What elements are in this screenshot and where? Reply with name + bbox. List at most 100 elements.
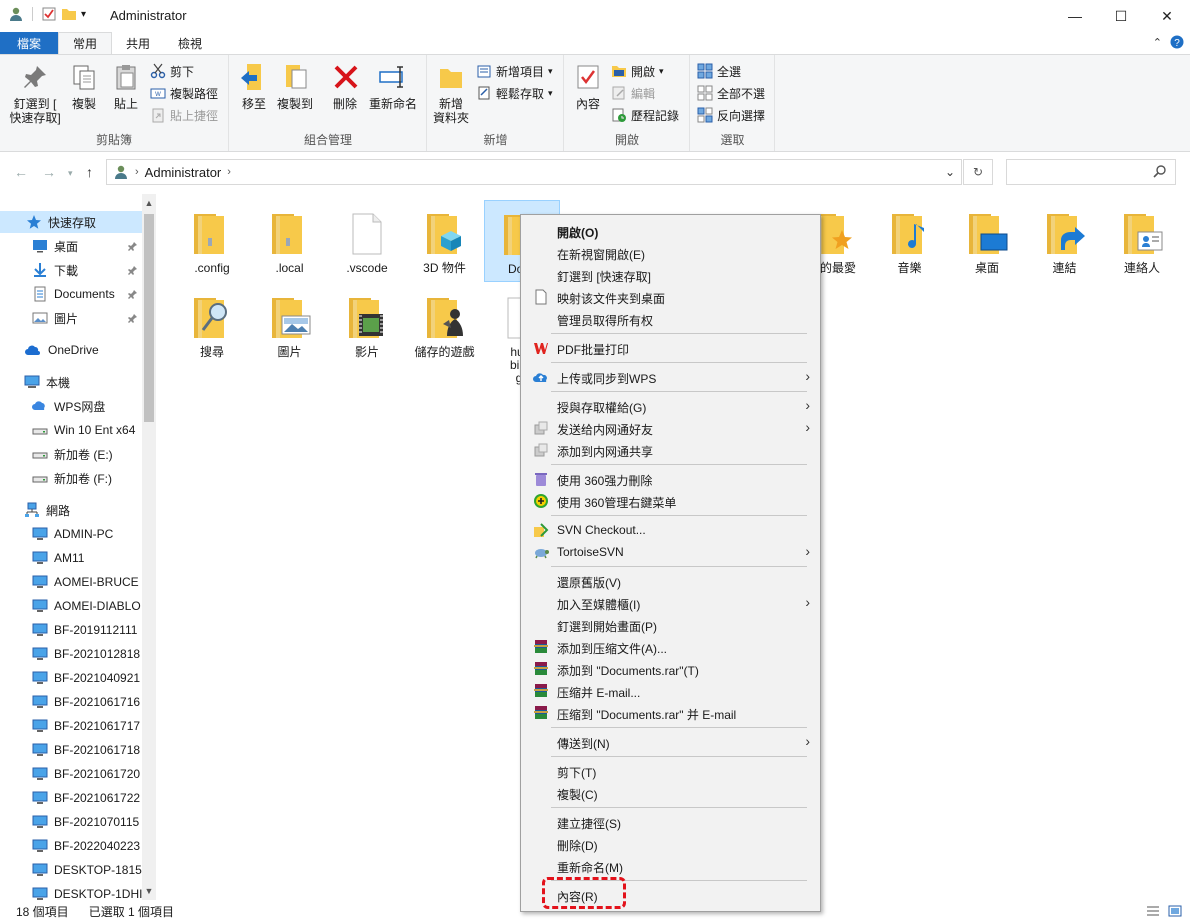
menu-item[interactable]: 傳送到(N) › [523,731,818,753]
back-arrow-icon[interactable]: ← [14,164,28,180]
menu-item[interactable]: 使用 360强力刪除 [523,468,818,490]
nav-item-item[interactable]: 下載 [0,259,142,281]
invert-selection-button[interactable]: 反向選擇 [697,105,765,125]
up-arrow-icon[interactable]: ↑ [86,164,93,180]
select-all-button[interactable]: 全選 [697,61,741,81]
file-item[interactable]: 音樂 [872,200,948,275]
nav-item-item[interactable]: 本機 [0,371,142,393]
nav-item-aomei-diablo[interactable]: AOMEI-DIABLO [0,595,142,617]
delete-button[interactable]: 刪除 [330,61,360,111]
nav-item-bf-2021070115[interactable]: BF-2021070115 [0,811,142,833]
select-none-button[interactable]: 全部不選 [697,83,765,103]
pin-quick-access-button[interactable]: 釘選到 [ 快速存取] [6,61,64,125]
navigation-pane[interactable]: 快速存取 桌面 下載 Documents 圖片 OneDrive 本機 WPS网盘 Win 10… [0,194,156,900]
nav-item-desktop-1815[interactable]: DESKTOP-1815 [0,859,142,881]
nav-item-bf-2021040921[interactable]: BF-2021040921 [0,667,142,689]
scroll-down-icon[interactable]: ▼ [142,884,156,898]
nav-item-bf-2022040223[interactable]: BF-2022040223 [0,835,142,857]
tab-view[interactable]: 檢視 [164,32,216,54]
menu-item[interactable]: 发送给内网通好友 › [523,417,818,439]
menu-item[interactable]: 開啟(O) [523,220,818,242]
close-button[interactable]: ✕ [1144,0,1190,32]
details-view-icon[interactable] [1146,904,1160,918]
move-to-button[interactable]: 移至 [236,61,272,111]
chevron-down-icon[interactable]: ▾ [81,9,86,20]
easy-access-button[interactable]: 輕鬆存取 ▾ [476,83,553,103]
collapse-ribbon-icon[interactable]: ⌃ [1153,36,1162,49]
address-dropdown-icon[interactable]: ⌄ [945,165,955,179]
menu-item[interactable]: 釘選到 [快速存取] [523,264,818,286]
file-item[interactable]: 3D 物件 [407,200,483,275]
menu-item[interactable]: SVN Checkout... [523,519,818,541]
file-item[interactable]: 儲存的遊戲 [407,284,483,359]
menu-item[interactable]: 釘選到開始畫面(P) [523,614,818,636]
file-item[interactable]: .local [252,200,328,275]
nav-item-bf-2021061722[interactable]: BF-2021061722 [0,787,142,809]
menu-item[interactable]: PDF批量打印 [523,337,818,359]
menu-item[interactable]: 加入至媒體櫃(I) › [523,592,818,614]
search-input[interactable] [1006,159,1176,185]
menu-item[interactable]: TortoiseSVN › [523,541,818,563]
menu-item[interactable]: 映射该文件夹到桌面 [523,286,818,308]
tab-share[interactable]: 共用 [112,32,164,54]
menu-item[interactable]: 剪下(T) [523,760,818,782]
nav-item-am11[interactable]: AM11 [0,547,142,569]
nav-item-aomei-bruce[interactable]: AOMEI-BRUCE [0,571,142,593]
tab-file[interactable]: 檔案 [0,32,59,54]
nav-item-bf-2021061716[interactable]: BF-2021061716 [0,691,142,713]
copy-to-button[interactable]: 複製到 [274,61,316,111]
help-icon[interactable]: ? [1170,35,1184,49]
copy-path-button[interactable]: W 複製路徑 [150,83,218,103]
nav-item-item[interactable]: 圖片 [0,307,142,329]
menu-item[interactable]: 授與存取權給(G) › [523,395,818,417]
nav-item-onedrive[interactable]: OneDrive [0,339,142,361]
menu-item[interactable]: 添加到内网通共享 [523,439,818,461]
menu-item[interactable]: 添加到压缩文件(A)... [523,636,818,658]
file-item[interactable]: 連絡人 [1104,200,1180,275]
nav-item-bf-2021061718[interactable]: BF-2021061718 [0,739,142,761]
file-item[interactable]: .vscode [329,200,405,275]
menu-item[interactable]: 管理员取得所有权 [523,308,818,330]
properties-button[interactable]: 內容 [571,61,605,111]
nav-item-bf-2021061720[interactable]: BF-2021061720 [0,763,142,785]
scroll-up-icon[interactable]: ▲ [142,196,156,210]
file-item[interactable]: 桌面 [949,200,1025,275]
new-folder-button[interactable]: 新增 資料夾 [432,61,470,125]
new-folder-quick-icon[interactable] [61,6,77,22]
nav-item-item[interactable]: 桌面 [0,235,142,257]
history-button[interactable]: 歷程記錄 [611,105,679,125]
nav-item-e[interactable]: 新加卷 (E:) [0,443,142,465]
minimize-button[interactable]: — [1052,0,1098,32]
copy-button[interactable]: 複製 [66,61,102,111]
nav-item-admin-pc[interactable]: ADMIN-PC [0,523,142,545]
menu-item[interactable]: 建立捷徑(S) [523,811,818,833]
nav-item-bf-2021061717[interactable]: BF-2021061717 [0,715,142,737]
menu-item[interactable]: 压缩并 E-mail... [523,680,818,702]
menu-item[interactable]: 在新視窗開啟(E) [523,242,818,264]
address-path-box[interactable]: › Administrator › ⌄ [106,159,962,185]
menu-item[interactable]: 添加到 "Documents.rar"(T) [523,658,818,680]
breadcrumb-administrator[interactable]: Administrator [145,165,222,180]
menu-item[interactable]: 上传或同步到WPS › [523,366,818,388]
file-item[interactable]: .config [174,200,250,275]
maximize-button[interactable]: ☐ [1098,0,1144,32]
edit-button[interactable]: 編輯 [611,83,655,103]
new-item-button[interactable]: 新增項目 ▾ [476,61,553,81]
nav-item-win-10-ent-x64[interactable]: Win 10 Ent x64 [0,419,142,441]
open-button[interactable]: 開啟 ▾ [611,61,664,81]
scrollbar-thumb[interactable] [144,214,154,422]
nav-item-bf-2021012818[interactable]: BF-2021012818 [0,643,142,665]
file-item[interactable]: 搜尋 [174,284,250,359]
large-icons-view-icon[interactable] [1168,904,1182,918]
refresh-button[interactable]: ↻ [963,159,993,185]
file-item[interactable]: 圖片 [252,284,328,359]
properties-quick-icon[interactable] [41,6,57,22]
paste-shortcut-button[interactable]: 貼上捷徑 [150,105,218,125]
nav-item-bf-2019112111[interactable]: BF-2019112111 [0,619,142,641]
nav-item-item[interactable]: 網路 [0,499,142,521]
navigation-scrollbar[interactable]: ▲ ▼ [142,194,156,900]
nav-item-wps[interactable]: WPS网盘 [0,395,142,417]
menu-item[interactable]: 使用 360管理右鍵菜单 [523,490,818,512]
menu-item[interactable]: 刪除(D) [523,833,818,855]
forward-arrow-icon[interactable]: → [42,164,56,180]
